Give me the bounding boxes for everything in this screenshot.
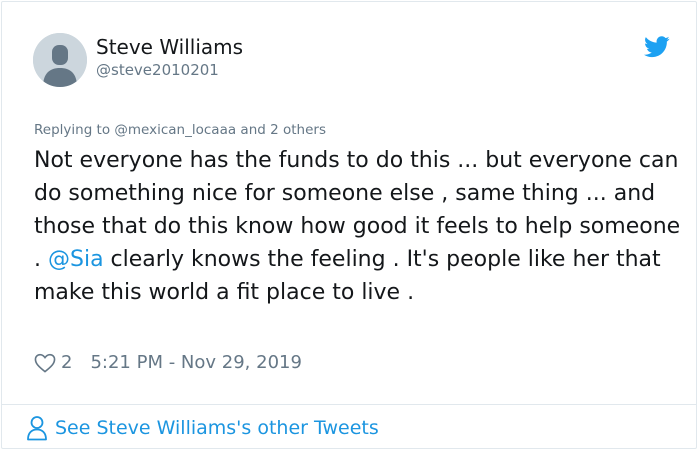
divider [2,404,696,405]
person-outline-icon [27,416,47,441]
author-name[interactable]: Steve Williams [96,35,243,59]
avatar[interactable] [33,33,87,87]
mention-link[interactable]: @Sia [48,247,104,272]
tweet-text: Not everyone has the funds to do this ..… [34,144,684,309]
twitter-bird-icon[interactable] [644,36,670,58]
author-handle[interactable]: @steve2010201 [96,61,219,79]
tweet-card: Steve Williams @steve2010201 Replying to… [1,1,697,449]
tweet-text-after: clearly knows the feeling . It's people … [34,247,661,305]
like-count[interactable]: 2 [61,352,72,373]
heart-outline-icon[interactable] [34,353,56,373]
tweet-meta: 2 5:21 PM - Nov 29, 2019 [34,352,302,373]
see-other-tweets-label[interactable]: See Steve Williams's other Tweets [55,417,379,439]
reply-prefix: Replying to [34,122,115,138]
default-avatar-icon [33,33,87,87]
reply-suffix[interactable]: and 2 others [236,122,326,138]
see-other-tweets-link[interactable]: See Steve Williams's other Tweets [26,415,379,441]
reply-context: Replying to @mexican_locaaa and 2 others [34,122,326,138]
tweet-timestamp[interactable]: 5:21 PM - Nov 29, 2019 [90,352,301,373]
reply-user-link[interactable]: @mexican_locaaa [114,122,236,138]
